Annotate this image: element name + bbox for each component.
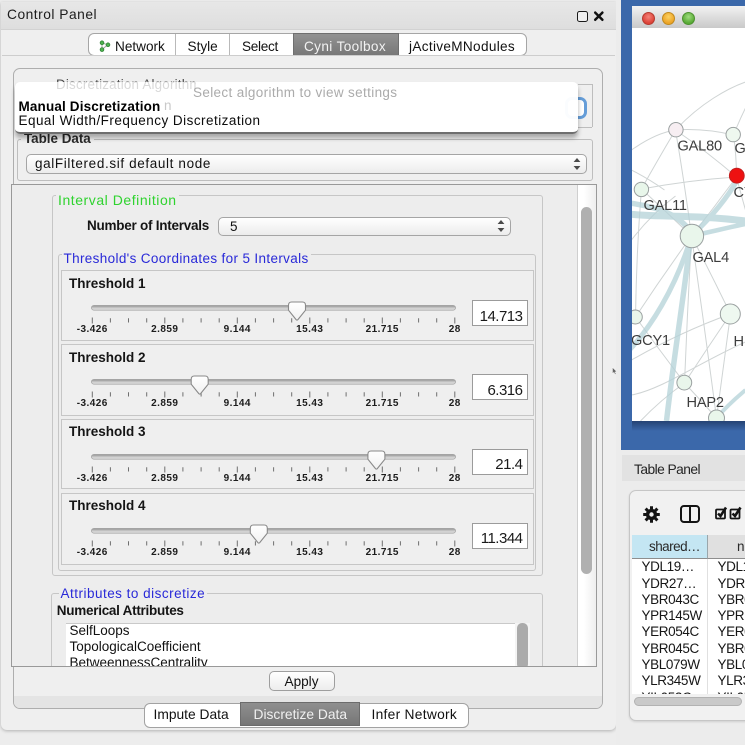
svg-text:28: 28 <box>449 398 461 409</box>
svg-text:HIS4: HIS4 <box>733 334 745 350</box>
svg-text:9.144: 9.144 <box>224 398 251 409</box>
svg-text:HAP2: HAP2 <box>686 395 723 411</box>
svg-text:2.859: 2.859 <box>151 324 178 335</box>
svg-text:15.43: 15.43 <box>296 324 323 335</box>
svg-text:21.715: 21.715 <box>366 398 399 409</box>
svg-text:21.715: 21.715 <box>366 324 399 335</box>
svg-text:-3.426: -3.426 <box>77 473 108 484</box>
svg-text:9.144: 9.144 <box>224 324 251 335</box>
svg-text:CYC8: CYC8 <box>733 185 745 201</box>
svg-text:GAL4: GAL4 <box>692 250 729 266</box>
svg-text:GCY1: GCY1 <box>632 333 670 349</box>
svg-text:2.859: 2.859 <box>151 473 178 484</box>
svg-text:15.43: 15.43 <box>296 398 323 409</box>
svg-text:28: 28 <box>449 324 461 335</box>
svg-text:15.43: 15.43 <box>296 547 323 558</box>
svg-text:15.43: 15.43 <box>296 473 323 484</box>
svg-text:28: 28 <box>449 473 461 484</box>
svg-text:-3.426: -3.426 <box>77 398 108 409</box>
svg-text:28: 28 <box>449 547 461 558</box>
svg-text:2.859: 2.859 <box>151 547 178 558</box>
svg-text:9.144: 9.144 <box>224 547 251 558</box>
svg-text:21.715: 21.715 <box>366 547 399 558</box>
svg-text:21.715: 21.715 <box>366 473 399 484</box>
svg-text:GAL4: GAL4 <box>734 141 745 157</box>
svg-text:GAL11: GAL11 <box>643 198 686 214</box>
svg-text:GAL80: GAL80 <box>677 138 722 154</box>
svg-text:-3.426: -3.426 <box>77 324 108 335</box>
svg-text:-3.426: -3.426 <box>77 547 108 558</box>
svg-text:2.859: 2.859 <box>151 398 178 409</box>
svg-text:9.144: 9.144 <box>224 473 251 484</box>
